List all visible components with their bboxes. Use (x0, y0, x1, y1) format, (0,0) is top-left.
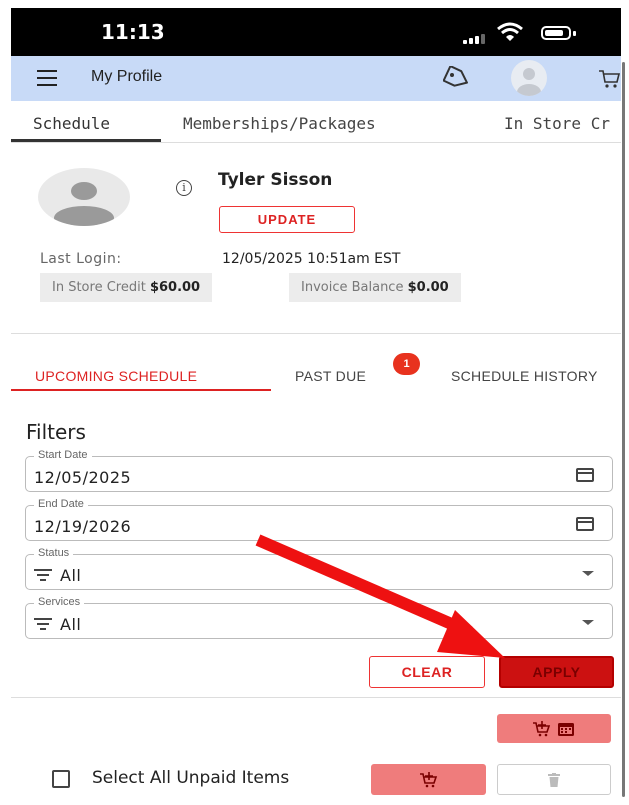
avatar[interactable] (511, 60, 547, 96)
status-select[interactable]: Status All (25, 547, 613, 590)
past-due-count-badge: 1 (393, 353, 420, 375)
in-store-credit-label: In Store Credit (52, 280, 146, 295)
last-login-label: Last Login: (40, 251, 122, 267)
page-title: My Profile (91, 68, 163, 85)
invoice-balance-value: $0.00 (407, 280, 449, 295)
tab-memberships-packages[interactable]: Memberships/Packages (183, 114, 376, 133)
status-time: 11:13 (101, 20, 165, 44)
update-button[interactable]: UPDATE (219, 206, 355, 233)
schedule-tabs: UPCOMING SCHEDULE PAST DUE SCHEDULE HIST… (11, 358, 621, 394)
end-date-label: End Date (34, 498, 88, 510)
info-icon[interactable]: i (176, 180, 192, 196)
in-store-credit-value: $60.00 (149, 280, 201, 295)
status-value: All (60, 566, 82, 585)
trash-icon (548, 772, 560, 787)
calendar-icon[interactable] (576, 517, 594, 531)
active-tab-indicator (11, 389, 271, 391)
invoice-balance-label: Invoice Balance (301, 280, 404, 295)
wifi-icon (497, 22, 523, 41)
end-date-field[interactable]: End Date 12/19/2026 (25, 498, 613, 541)
services-label: Services (34, 596, 85, 608)
clear-button[interactable]: CLEAR (369, 656, 485, 688)
active-tab-indicator (11, 139, 161, 142)
calendar-icon[interactable] (576, 468, 594, 482)
add-cart-icon (419, 771, 437, 787)
tag-icon[interactable] (443, 66, 471, 90)
add-to-cart-calendar-button[interactable] (497, 714, 611, 743)
filter-list-icon (34, 569, 52, 584)
end-date-value[interactable]: 12/19/2026 (34, 517, 131, 536)
filters-title: Filters (26, 420, 86, 444)
delete-button[interactable] (497, 764, 611, 795)
chevron-down-icon[interactable] (582, 571, 594, 576)
last-login-value: 12/05/2025 10:51am EST (222, 251, 401, 267)
in-store-credit-badge: In Store Credit $60.00 (40, 273, 213, 302)
cart-icon[interactable] (597, 66, 621, 90)
tab-in-store-credit[interactable]: In Store Cr (504, 114, 610, 133)
tab-past-due[interactable]: PAST DUE (295, 368, 366, 384)
start-date-field[interactable]: Start Date 12/05/2025 (25, 449, 613, 492)
profile-name: Tyler Sisson (218, 170, 333, 190)
start-date-value[interactable]: 12/05/2025 (34, 468, 131, 487)
services-select[interactable]: Services All (25, 596, 613, 639)
scrollbar[interactable] (622, 62, 625, 797)
cellular-signal-icon (463, 26, 487, 44)
battery-icon (541, 26, 571, 40)
menu-icon[interactable] (37, 70, 57, 86)
cart-calendar-icon (533, 720, 574, 736)
divider (11, 697, 621, 698)
tab-schedule-history[interactable]: SCHEDULE HISTORY (451, 368, 598, 384)
tab-upcoming-schedule[interactable]: UPCOMING SCHEDULE (35, 368, 197, 384)
profile-tabs: Schedule Memberships/Packages In Store C… (11, 101, 621, 143)
start-date-label: Start Date (34, 449, 92, 461)
select-all-label: Select All Unpaid Items (92, 768, 290, 788)
services-value: All (60, 615, 82, 634)
app-bar: My Profile (11, 56, 621, 101)
status-label: Status (34, 547, 74, 559)
chevron-down-icon[interactable] (582, 620, 594, 625)
apply-button[interactable]: APPLY (499, 656, 614, 688)
divider (11, 333, 621, 334)
profile-avatar (38, 168, 130, 226)
tab-schedule[interactable]: Schedule (33, 114, 110, 133)
status-bar: 11:13 (11, 8, 621, 56)
filter-list-icon (34, 618, 52, 633)
select-all-checkbox[interactable] (52, 770, 70, 788)
invoice-balance-badge: Invoice Balance $0.00 (289, 273, 461, 302)
add-to-cart-button[interactable] (371, 764, 486, 795)
